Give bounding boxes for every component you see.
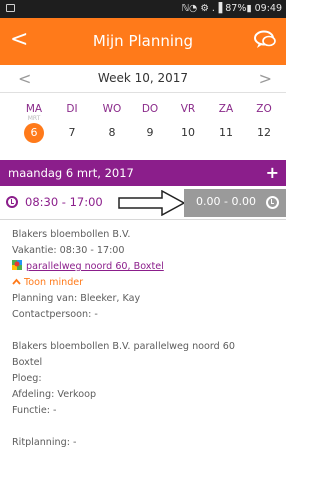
vacation-time: Vakantie: 08:30 - 17:00 [12, 245, 125, 256]
day-number: 12 [257, 126, 271, 139]
chat-icon[interactable] [253, 30, 277, 50]
day-selector: MA MRT 6 DI 7 WO 8 DO 9 VR 10 ZA 11 ZO 1… [0, 103, 286, 155]
day-zo[interactable]: ZO 12 [244, 103, 284, 143]
toon-minder-label: Toon minder [24, 277, 84, 288]
day-number: 10 [181, 126, 195, 139]
chevron-up-icon [12, 278, 21, 285]
day-do[interactable]: DO 9 [130, 103, 170, 143]
actual-time-box[interactable]: 0.00 - 0.00 [184, 189, 286, 217]
day-name: MA [25, 103, 43, 115]
day-wo[interactable]: WO 8 [92, 103, 132, 143]
toon-minder-toggle[interactable]: Toon minder [12, 275, 280, 291]
day-number: 11 [219, 126, 233, 139]
day-number: 9 [146, 126, 154, 139]
date-header: maandag 6 mrt, 2017 + [0, 160, 286, 186]
day-number: 7 [68, 126, 76, 139]
address-row: parallelweg noord 60, Boxtel [12, 259, 280, 275]
app-bar: < Mijn Planning [0, 18, 286, 65]
company-address: Blakers bloembollen B.V. parallelweg noo… [12, 341, 236, 352]
functie: Functie: - [12, 405, 57, 416]
month-label: MRT [27, 115, 41, 122]
ritplanning: Ritplanning: - [12, 437, 77, 448]
day-name: DO [141, 103, 159, 115]
date-label: maandag 6 mrt, 2017 [8, 166, 134, 180]
afdeling: Afdeling: Verkoop [12, 389, 97, 400]
day-name: ZO [256, 103, 272, 115]
day-name: WO [102, 103, 122, 115]
page-title: Mijn Planning [92, 32, 194, 50]
day-za[interactable]: ZA 11 [206, 103, 246, 143]
ploeg: Ploeg: [12, 373, 42, 384]
day-name: ZA [218, 103, 234, 115]
image-icon [6, 4, 15, 12]
address-link[interactable]: parallelweg noord 60, Boxtel [26, 261, 164, 272]
actual-time: 0.00 - 0.00 [196, 195, 256, 208]
week-navigator: < Week 10, 2017 > [0, 65, 286, 93]
day-di[interactable]: DI 7 [52, 103, 92, 143]
arrow-annotation-icon [118, 190, 186, 216]
status-indicators: ℕ◔ ⚙ .▐ 87%▮ 09:49 [181, 3, 282, 14]
planned-time: 08:30 - 17:00 [25, 195, 103, 209]
day-ma[interactable]: MA MRT 6 [14, 103, 54, 143]
week-label: Week 10, 2017 [97, 71, 189, 85]
map-pin-icon [12, 260, 22, 270]
shift-time-row[interactable]: 08:30 - 17:00 0.00 - 0.00 [0, 186, 286, 220]
planning-van: Planning van: Bleeker, Kay [12, 293, 141, 304]
contact-person: Contactpersoon: - [12, 309, 98, 320]
day-name: VR [180, 103, 196, 115]
clock-icon [266, 196, 279, 209]
next-week-button[interactable]: > [259, 69, 272, 88]
clock-icon [6, 196, 18, 208]
status-bar: ℕ◔ ⚙ .▐ 87%▮ 09:49 [0, 0, 286, 18]
day-name: DI [66, 103, 78, 115]
day-number: 6 [24, 123, 44, 143]
day-number: 8 [108, 126, 116, 139]
day-vr[interactable]: VR 10 [168, 103, 208, 143]
city: Boxtel [12, 357, 43, 368]
add-button[interactable]: + [266, 163, 279, 182]
company-name: Blakers bloembollen B.V. [12, 229, 131, 240]
shift-details: Blakers bloembollen B.V. Vakantie: 08:30… [12, 227, 280, 451]
